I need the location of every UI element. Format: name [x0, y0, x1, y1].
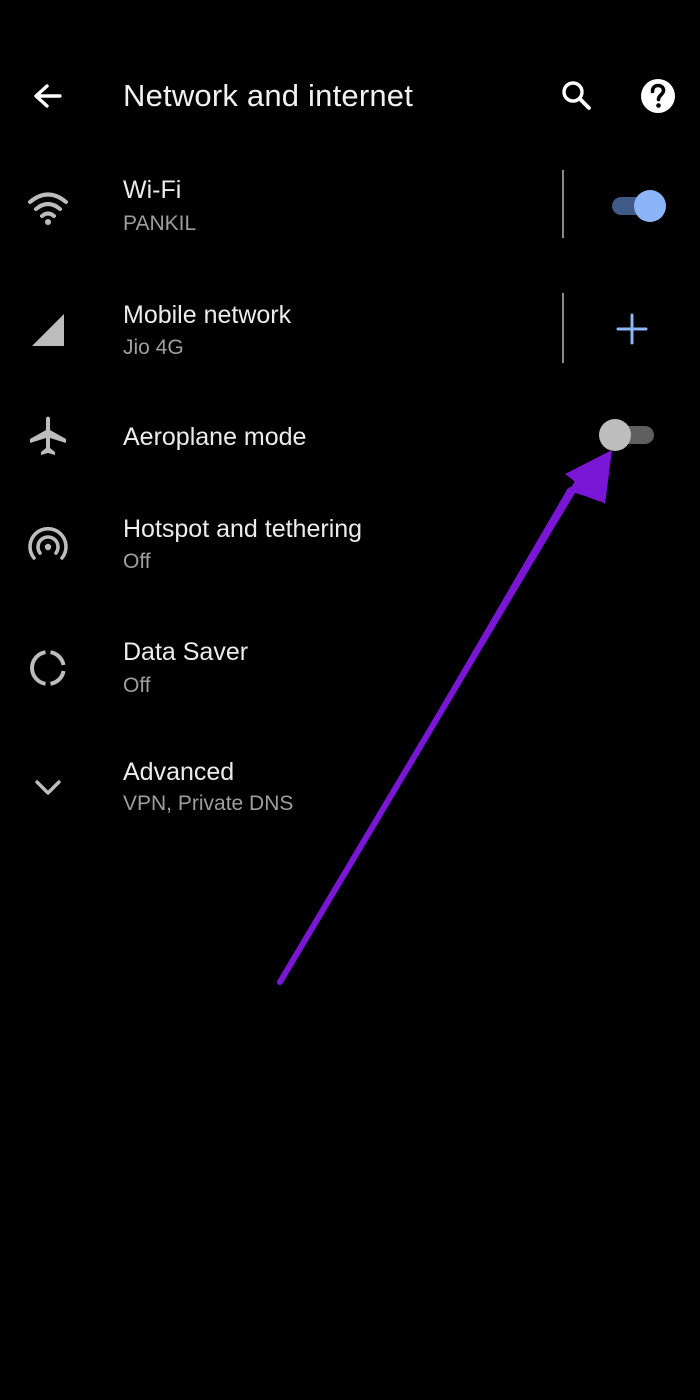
- list-item-aeroplane-mode[interactable]: Aeroplane mode: [0, 400, 700, 480]
- divider: [562, 170, 564, 238]
- hotspot-icon: [28, 526, 68, 560]
- wifi-network-name: PANKIL: [123, 212, 197, 235]
- mobile-network-label: Mobile network: [123, 301, 292, 329]
- hotspot-status: Off: [123, 550, 151, 573]
- aeroplane-mode-toggle[interactable]: [596, 415, 656, 455]
- mobile-network-carrier: Jio 4G: [123, 336, 184, 359]
- chevron-down-icon: [35, 780, 61, 795]
- divider: [562, 293, 564, 363]
- search-icon[interactable]: [555, 74, 599, 118]
- hotspot-label: Hotspot and tethering: [123, 515, 363, 543]
- aeroplane-mode-label: Aeroplane mode: [123, 423, 307, 451]
- list-item-wifi[interactable]: Wi-Fi PANKIL: [0, 160, 700, 260]
- wifi-icon: [28, 192, 68, 225]
- advanced-summary: VPN, Private DNS: [123, 792, 294, 815]
- data-saver-status: Off: [123, 674, 151, 697]
- arrow-left-icon[interactable]: [28, 74, 68, 118]
- data-saver-label: Data Saver: [123, 638, 249, 666]
- airplane-icon: [30, 416, 66, 455]
- list-item-hotspot[interactable]: Hotspot and tethering Off: [0, 500, 700, 600]
- help-circle-icon[interactable]: [636, 74, 680, 118]
- data-saver-icon: [30, 650, 66, 686]
- wifi-toggle[interactable]: [608, 186, 668, 226]
- signal-icon: [32, 314, 64, 346]
- list-item-advanced[interactable]: Advanced VPN, Private DNS: [0, 745, 700, 835]
- add-icon[interactable]: [612, 309, 652, 349]
- wifi-label: Wi-Fi: [123, 176, 182, 204]
- list-item-data-saver[interactable]: Data Saver Off: [0, 625, 700, 725]
- page-title: Network and internet: [123, 78, 414, 113]
- advanced-label: Advanced: [123, 758, 235, 786]
- list-item-mobile-network[interactable]: Mobile network Jio 4G: [0, 285, 700, 385]
